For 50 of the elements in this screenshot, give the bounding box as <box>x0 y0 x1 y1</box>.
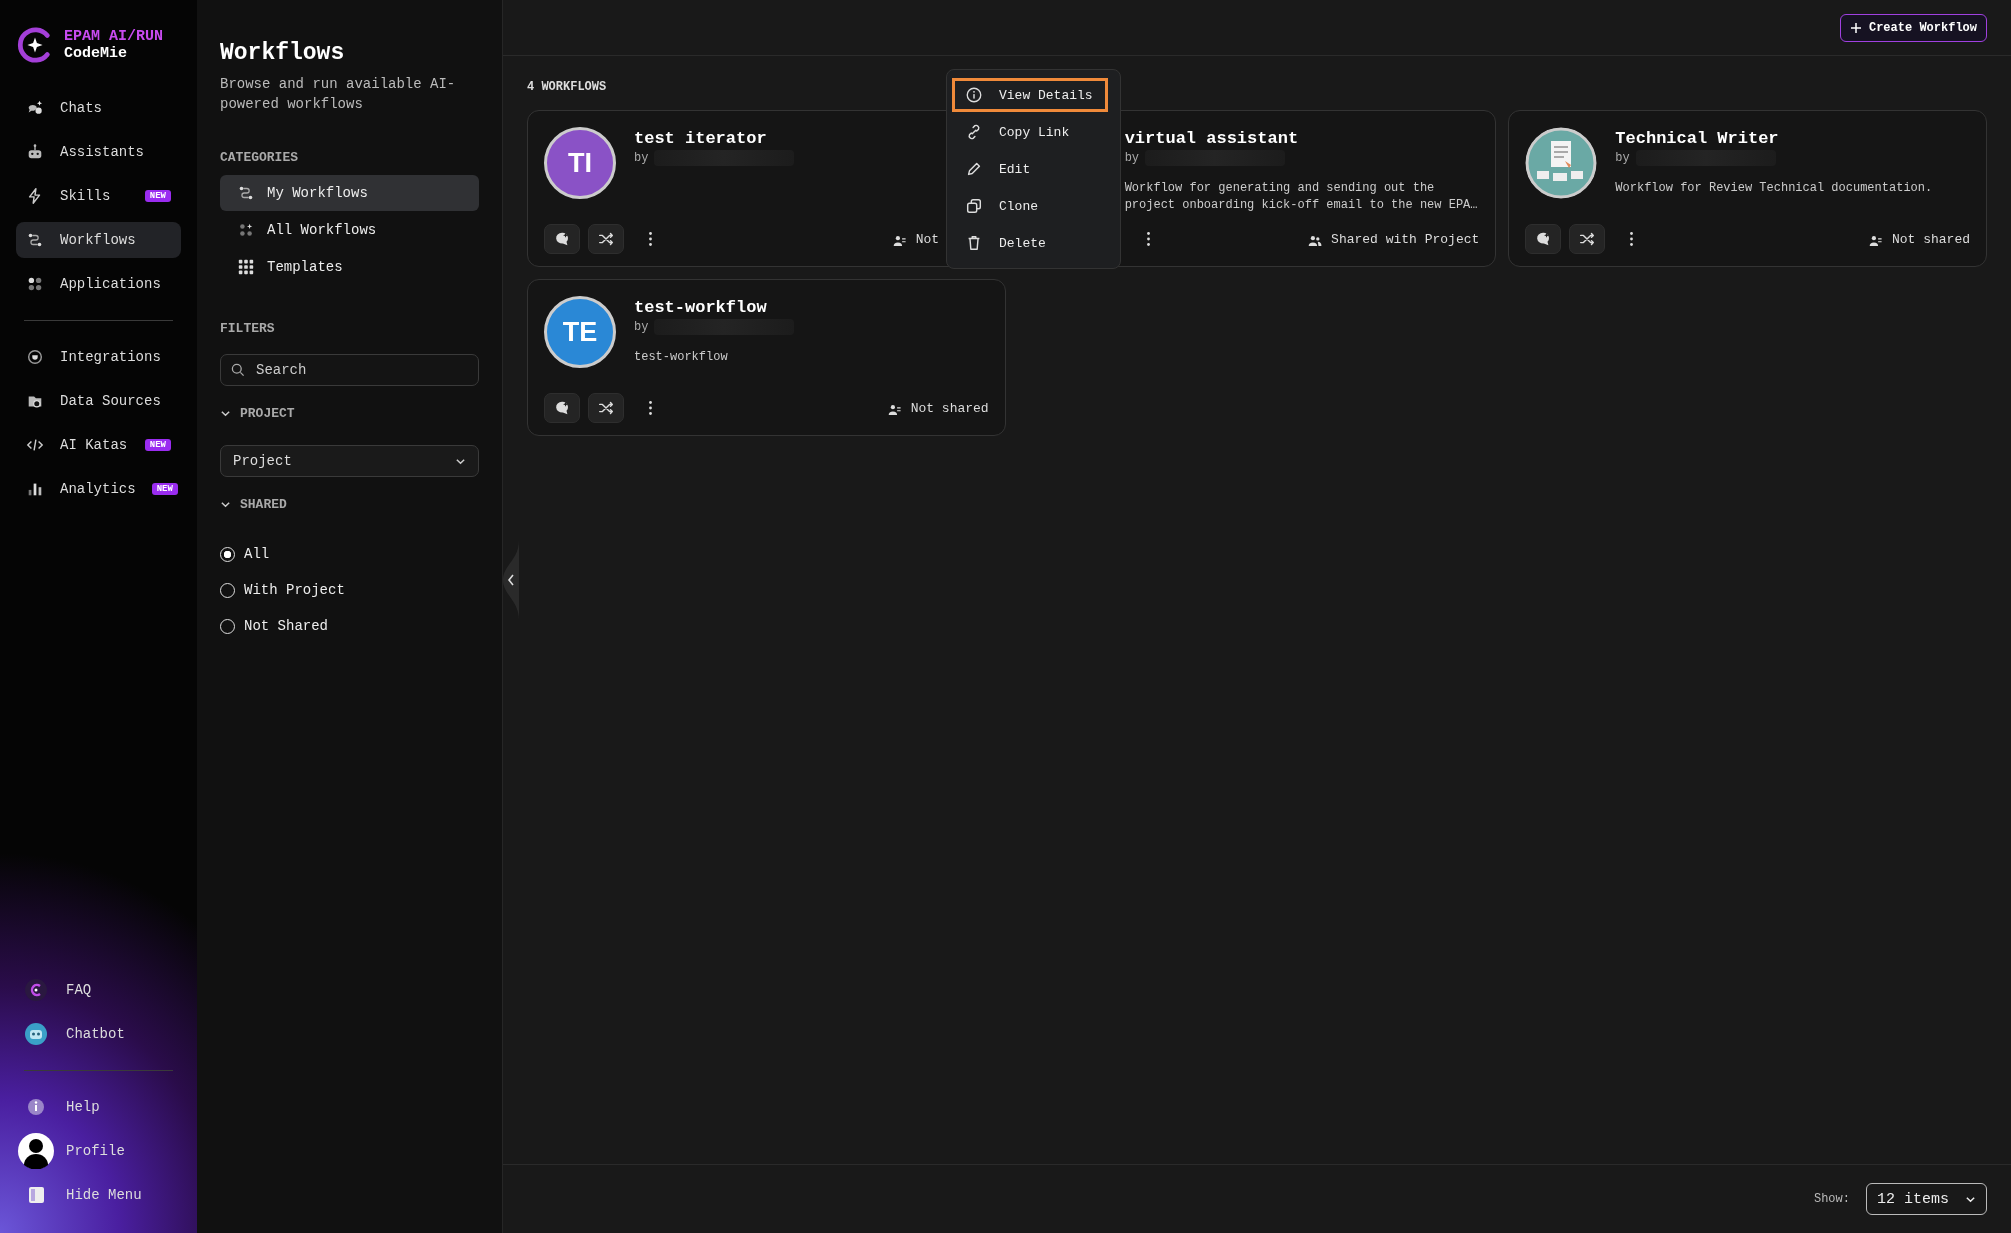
sharing-status: Not shared <box>1891 231 1970 247</box>
workflow-title: test iterator <box>634 129 768 148</box>
radio-label: With Project <box>244 582 345 598</box>
workflow-description: test-workflow <box>634 349 729 366</box>
page-subtitle: Browse and run available AI-powered workflows <box>220 75 457 114</box>
author-label: by <box>634 320 649 334</box>
new-badge: NEW <box>144 190 171 202</box>
nav-label: Chats <box>60 100 102 116</box>
nav-label: Profile <box>66 1143 125 1159</box>
nav-label: Applications <box>60 276 161 292</box>
nav-label: Data Sources <box>60 393 161 409</box>
workflow-description: Workflow for generating and sending out the <box>1124 180 1436 197</box>
initials-avatar: TE <box>544 296 616 368</box>
page-title: Workflows <box>220 40 346 66</box>
category-label: Templates <box>267 259 343 275</box>
nav-label: Help <box>66 1099 100 1115</box>
workflow-title: test-workflow <box>634 298 768 317</box>
product-name: CodeMie <box>64 45 128 62</box>
menu-label: View Details <box>999 87 1093 103</box>
initials-avatar: TI <box>544 127 616 199</box>
sharing-status: Shared with Project <box>1331 231 1480 247</box>
new-badge: NEW <box>144 439 171 451</box>
sharing-status: Not shared <box>910 400 989 416</box>
nav-label: Workflows <box>60 232 136 248</box>
nav-label: Assistants <box>60 144 144 160</box>
workflow-description: Workflow for Review Technical documentation. <box>1615 180 1933 197</box>
nav-label: Skills <box>60 188 111 204</box>
author-label: by <box>1124 151 1140 165</box>
category-label: All Workflows <box>267 222 377 238</box>
workflow-count: 4 WORKFLOWS <box>527 80 608 94</box>
workflow-description: project onboarding kick-off email to the new EPA… <box>1124 197 1478 214</box>
show-label: Show: <box>1813 1192 1850 1206</box>
new-badge: NEW <box>151 483 178 495</box>
radio-label: All <box>244 546 270 562</box>
nav-label: Chatbot <box>66 1026 125 1042</box>
nav-label: Analytics <box>60 481 136 497</box>
nav-label: FAQ <box>66 982 92 998</box>
author-label: by <box>634 151 649 165</box>
nav-label: Integrations <box>60 349 161 365</box>
brand-name: EPAM AI/RUN <box>64 28 164 45</box>
section-heading: CATEGORIES <box>220 150 299 165</box>
nav-label: Hide Menu <box>66 1187 142 1203</box>
author-label: by <box>1615 151 1630 165</box>
workflow-title: Technical Writer <box>1615 129 1780 148</box>
category-label: My Workflows <box>267 185 368 201</box>
section-heading: FILTERS <box>220 321 276 336</box>
radio-label: Not Shared <box>244 618 328 634</box>
nav-label: AI Katas <box>60 437 128 453</box>
workflow-title: virtual assistant <box>1124 129 1300 148</box>
sharing-status: Not <box>915 231 940 247</box>
